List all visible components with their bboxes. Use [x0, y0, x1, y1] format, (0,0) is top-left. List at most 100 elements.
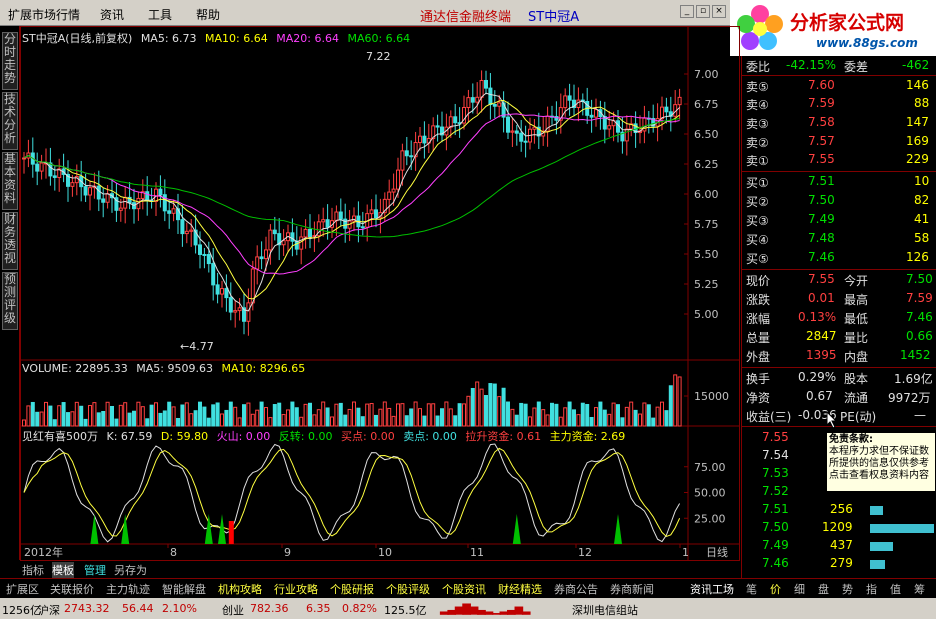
volume-bar — [475, 381, 480, 427]
volume-bar — [272, 404, 277, 427]
ask5-volume: 146 — [906, 78, 929, 92]
volume-bar — [281, 414, 286, 427]
rtab-tick[interactable]: 笔 — [746, 581, 757, 597]
volume-bar — [255, 409, 260, 427]
stat-volume-value: 2847 — [806, 329, 837, 343]
price-tick-label: 5.25 — [694, 278, 719, 291]
stat-high-label: 最高 — [844, 293, 869, 307]
candle-body — [264, 249, 268, 260]
ask3-volume: 147 — [906, 115, 929, 129]
status-server[interactable]: 深圳电信组站 — [572, 602, 638, 618]
stat-low-label: 最低 — [844, 312, 869, 326]
candle-body — [259, 256, 264, 260]
tab-forecast[interactable]: 预测评级 — [2, 272, 18, 330]
menu-help[interactable]: 帮助 — [196, 6, 220, 23]
nav-main-track[interactable]: 主力轨迹 — [106, 581, 150, 597]
volume-bar — [237, 417, 242, 427]
volume-bar — [66, 412, 70, 427]
candle-body — [594, 109, 598, 118]
tick-price: 7.55 — [762, 430, 789, 444]
nav-finance-picks[interactable]: 财经精选 — [498, 581, 542, 597]
volume-bar — [202, 406, 207, 427]
tab-template[interactable]: 模板 — [52, 562, 74, 578]
restore-icon[interactable]: ▫ — [696, 5, 710, 18]
volume-bar — [140, 406, 145, 427]
volume-bar — [79, 405, 84, 427]
candle-body — [492, 104, 497, 107]
volume-bar — [673, 374, 678, 427]
nav-extended[interactable]: 扩展区 — [6, 581, 39, 597]
volume-bar — [259, 401, 264, 427]
nav-stock-rating[interactable]: 个股评级 — [386, 581, 430, 597]
rtab-price[interactable]: 价 — [770, 581, 781, 597]
disclaimer-tooltip[interactable]: 免责条款: 本程序力求但不保证数 所提供的信息仅供参考 点击查看权息资料内容 — [826, 432, 936, 492]
candle-body — [664, 106, 669, 113]
volume-bar — [585, 403, 590, 427]
volume-bar — [22, 419, 26, 427]
tick-price: 7.52 — [762, 484, 789, 498]
candle-body — [52, 175, 57, 178]
volume-bar — [444, 401, 449, 427]
month-label: 11 — [470, 546, 484, 559]
menu-tools[interactable]: 工具 — [148, 6, 172, 23]
quote-panel: 委比 -42.15% 委差 -462 卖⑤ 7.60 146 卖④ 7.59 8… — [741, 56, 936, 578]
nav-stock-news[interactable]: 个股资讯 — [442, 581, 486, 597]
tab-finance[interactable]: 财务透视 — [2, 212, 18, 270]
nav-industry-strategy[interactable]: 行业攻略 — [274, 581, 318, 597]
volume-bar — [589, 417, 594, 427]
nav-stock-research[interactable]: 个股研报 — [330, 581, 374, 597]
candle-body — [228, 297, 233, 313]
candle-body — [180, 219, 185, 235]
tab-technical[interactable]: 技术分析 — [2, 92, 18, 150]
menu-news[interactable]: 资讯 — [100, 6, 124, 23]
ask3-price: 7.58 — [808, 115, 835, 129]
rtab-trend[interactable]: 势 — [842, 581, 853, 597]
ask4-label: 卖④ — [746, 98, 769, 112]
nav-related-quotes[interactable]: 关联报价 — [50, 581, 94, 597]
nav-broker-notice[interactable]: 券商公告 — [554, 581, 598, 597]
tab-indicator[interactable]: 指标 — [22, 562, 44, 578]
nav-institution-strategy[interactable]: 机构攻略 — [218, 581, 262, 597]
candle-body — [642, 117, 647, 132]
rtab-value[interactable]: 值 — [890, 581, 901, 597]
candle-body — [523, 140, 528, 143]
stat-outer-label: 外盘 — [746, 350, 771, 364]
volume-bar — [426, 403, 431, 427]
tab-save-as[interactable]: 另存为 — [114, 562, 147, 578]
volume-bar — [74, 401, 79, 427]
candle-body — [607, 125, 612, 130]
rtab-book[interactable]: 盘 — [818, 581, 829, 597]
menu-extended-market[interactable]: 扩展市场行情 — [8, 6, 80, 23]
close-icon[interactable]: × — [712, 5, 726, 18]
candle-body — [514, 130, 519, 134]
rtab-index[interactable]: 指 — [866, 581, 877, 597]
volume-bar — [545, 414, 550, 427]
candle-body — [268, 229, 273, 251]
nav-broker-news[interactable]: 券商新闻 — [610, 581, 654, 597]
volume-bar — [620, 417, 625, 427]
tab-fundamentals[interactable]: 基本资料 — [2, 152, 18, 210]
tab-intraday[interactable]: 分时走势 — [2, 32, 18, 90]
stat-netasset-label: 净资 — [746, 391, 771, 405]
price-tick-label: 5.50 — [694, 248, 719, 261]
volume-bar — [488, 383, 493, 427]
stat-inner-label: 内盘 — [844, 350, 869, 364]
stat-pct-label: 涨幅 — [746, 312, 771, 326]
candle-body — [35, 163, 40, 172]
price-tick-label: 5.00 — [694, 308, 719, 321]
rtab-chips[interactable]: 筹 — [914, 581, 925, 597]
volume-bar — [233, 406, 238, 427]
minimize-icon[interactable]: _ — [680, 5, 694, 18]
tab-manage[interactable]: 管理 — [84, 562, 106, 578]
nav-smart-analysis[interactable]: 智能解盘 — [162, 581, 206, 597]
candle-body — [321, 219, 326, 223]
rtab-detail[interactable]: 细 — [794, 581, 805, 597]
side-tabs: 分时走势 技术分析 基本资料 财务透视 预测评级 — [0, 26, 20, 560]
volume-bar — [290, 401, 295, 427]
volume-bar — [136, 401, 141, 427]
nav-info-workshop[interactable]: 资讯工场 — [690, 581, 734, 597]
kline-chart[interactable]: 7.00 6.75 6.50 6.25 6.00 5.75 5.50 5.25 5.00 7.22… — [20, 26, 740, 561]
bid4-price: 7.48 — [808, 231, 835, 245]
volume-bar — [114, 418, 119, 427]
volume-bar — [123, 402, 128, 427]
